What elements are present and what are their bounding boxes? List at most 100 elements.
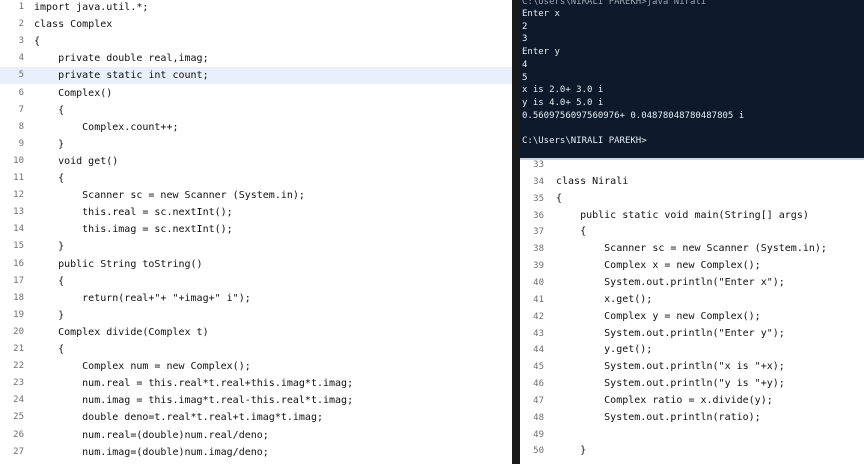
code-text[interactable]: num.real=(double)num.real/deno; (34, 427, 269, 444)
code-line[interactable]: 14 this.imag = sc.nextInt(); (0, 221, 512, 238)
code-text[interactable]: public static void main(String[] args) (556, 208, 809, 225)
code-text[interactable]: Complex() (34, 85, 112, 102)
code-line[interactable]: 21 { (0, 341, 512, 358)
code-line[interactable]: 50 } (520, 443, 864, 460)
code-text[interactable]: Complex.count++; (34, 119, 178, 136)
code-line[interactable]: 9 } (0, 136, 512, 153)
code-text[interactable]: double deno=t.real*t.real+t.imag*t.imag; (34, 409, 323, 426)
code-line[interactable]: 15 } (0, 238, 512, 255)
code-text[interactable]: { (34, 170, 64, 187)
code-line[interactable]: 19 } (0, 307, 512, 324)
code-line[interactable]: 34 class Nirali (520, 174, 864, 191)
code-line[interactable]: 3{ (0, 33, 512, 50)
line-number: 16 (13, 258, 24, 269)
code-text[interactable]: y.get(); (556, 342, 652, 359)
code-line[interactable]: 46 System.out.println("y is "+y); (520, 376, 864, 393)
code-text[interactable]: System.out.println("Enter y"); (556, 326, 785, 343)
code-line[interactable]: 2 class Complex (0, 16, 512, 33)
code-text[interactable]: Complex x = new Complex(); (556, 258, 761, 275)
code-line[interactable]: 40 System.out.println("Enter x"); (520, 275, 864, 292)
code-line[interactable]: 22 Complex num = new Complex(); (0, 358, 512, 375)
code-text[interactable]: void get() (34, 153, 118, 170)
code-line[interactable]: 39 Complex x = new Complex(); (520, 258, 864, 275)
code-line[interactable]: 7 { (0, 102, 512, 119)
code-text[interactable]: class Complex (34, 16, 112, 33)
terminal-window[interactable]: C:\Users\NIRALI PAREKH>java Nirali Enter… (520, 0, 864, 158)
code-line[interactable]: 5 private static int count; (0, 67, 512, 85)
code-text[interactable]: } (34, 307, 64, 324)
code-text[interactable]: System.out.println("Enter x"); (556, 275, 785, 292)
code-line[interactable]: 42 Complex y = new Complex(); (520, 309, 864, 326)
code-text[interactable]: Scanner sc = new Scanner (System.in); (34, 187, 305, 204)
line-number: 25 (13, 412, 24, 423)
code-line[interactable]: 43 System.out.println("Enter y"); (520, 326, 864, 343)
code-line[interactable]: 27 num.imag=(double)num.imag/deno; (0, 444, 512, 461)
code-line[interactable]: 23 num.real = this.real*t.real+this.imag… (0, 375, 512, 392)
code-line[interactable]: 24 num.imag = this.imag*t.real-this.real… (0, 392, 512, 409)
left-code-editor[interactable]: 1 import java.util.*; 2 class Complex 3{4 pr… (0, 0, 512, 464)
code-text[interactable]: } (556, 443, 586, 460)
code-line[interactable]: 47 Complex ratio = x.divide(y); (520, 393, 864, 410)
code-line[interactable]: 35 { (520, 191, 864, 208)
code-line[interactable]: 41 x.get(); (520, 292, 864, 309)
code-line[interactable]: 36 public static void main(String[] args… (520, 208, 864, 225)
line-number: 6 (18, 87, 24, 98)
code-line[interactable]: 26 num.real=(double)num.real/deno; (0, 427, 512, 444)
code-line[interactable]: 12 Scanner sc = new Scanner (System.in); (0, 187, 512, 204)
code-line[interactable]: 49 (520, 427, 864, 444)
code-text[interactable]: { (34, 102, 64, 119)
code-text[interactable]: Complex divide(Complex t) (34, 324, 209, 341)
code-line[interactable]: 10 void get() (0, 153, 512, 170)
code-line[interactable]: 8 Complex.count++; (0, 119, 512, 136)
pane-divider[interactable] (512, 0, 520, 464)
line-number: 3 (18, 36, 24, 47)
code-line[interactable]: 25 double deno=t.real*t.real+t.imag*t.im… (0, 409, 512, 426)
code-text[interactable]: this.real = sc.nextInt(); (34, 204, 233, 221)
code-text[interactable]: x.get(); (556, 292, 652, 309)
code-line[interactable]: 33 (520, 160, 864, 174)
code-line[interactable]: 1 import java.util.*; (0, 0, 512, 16)
code-text[interactable]: Complex num = new Complex(); (34, 358, 251, 375)
code-text[interactable]: Scanner sc = new Scanner (System.in); (556, 241, 827, 258)
code-text[interactable]: num.real = this.real*t.real+this.imag*t.… (34, 375, 353, 392)
code-text[interactable]: System.out.println(ratio); (556, 410, 761, 427)
line-number: 19 (13, 309, 24, 320)
code-text[interactable]: class Nirali (556, 174, 628, 191)
code-text[interactable]: Complex ratio = x.divide(y); (556, 393, 773, 410)
code-text[interactable]: { (556, 224, 586, 241)
code-text[interactable]: Complex y = new Complex(); (556, 309, 761, 326)
code-line[interactable]: 45 System.out.println("x is "+x); (520, 359, 864, 376)
code-text[interactable]: private double real,imag; (34, 50, 209, 67)
code-text[interactable]: { (34, 341, 64, 358)
code-line[interactable]: 13 this.real = sc.nextInt(); (0, 204, 512, 221)
code-line[interactable]: 17 { (0, 273, 512, 290)
right-code-editor[interactable]: 33 34 class Nirali 35 {36 public static void… (520, 160, 864, 464)
line-number: 42 (533, 311, 544, 322)
code-text[interactable]: private static int count; (34, 67, 209, 84)
code-text[interactable]: { (34, 273, 64, 290)
code-text[interactable]: return(real+"+ "+imag+" i"); (34, 290, 251, 307)
code-text[interactable]: public String toString() (34, 256, 203, 273)
code-text[interactable]: { (34, 33, 40, 50)
code-line[interactable]: 37 { (520, 224, 864, 241)
code-line[interactable]: 44 y.get(); (520, 342, 864, 359)
code-line[interactable]: 4 private double real,imag; (0, 50, 512, 67)
code-line[interactable]: 20 Complex divide(Complex t) (0, 324, 512, 341)
code-line[interactable]: 48 System.out.println(ratio); (520, 410, 864, 427)
code-text[interactable]: num.imag=(double)num.imag/deno; (34, 444, 269, 461)
code-text[interactable]: } (34, 238, 64, 255)
code-line[interactable]: 6 Complex() (0, 85, 512, 102)
code-text[interactable]: import java.util.*; (34, 0, 148, 16)
code-text[interactable]: num.imag = this.imag*t.real-this.real*t.… (34, 392, 353, 409)
code-text[interactable]: System.out.println("x is "+x); (556, 359, 785, 376)
code-line[interactable]: 11 { (0, 170, 512, 187)
code-line[interactable]: 38 Scanner sc = new Scanner (System.in); (520, 241, 864, 258)
code-text[interactable]: System.out.println("y is "+y); (556, 376, 785, 393)
line-number: 48 (533, 412, 544, 423)
line-number: 5 (18, 70, 24, 81)
code-line[interactable]: 16 public String toString() (0, 256, 512, 273)
code-text[interactable]: } (34, 136, 64, 153)
code-text[interactable]: this.imag = sc.nextInt(); (34, 221, 233, 238)
code-line[interactable]: 18 return(real+"+ "+imag+" i"); (0, 290, 512, 307)
code-text[interactable]: { (556, 191, 562, 208)
